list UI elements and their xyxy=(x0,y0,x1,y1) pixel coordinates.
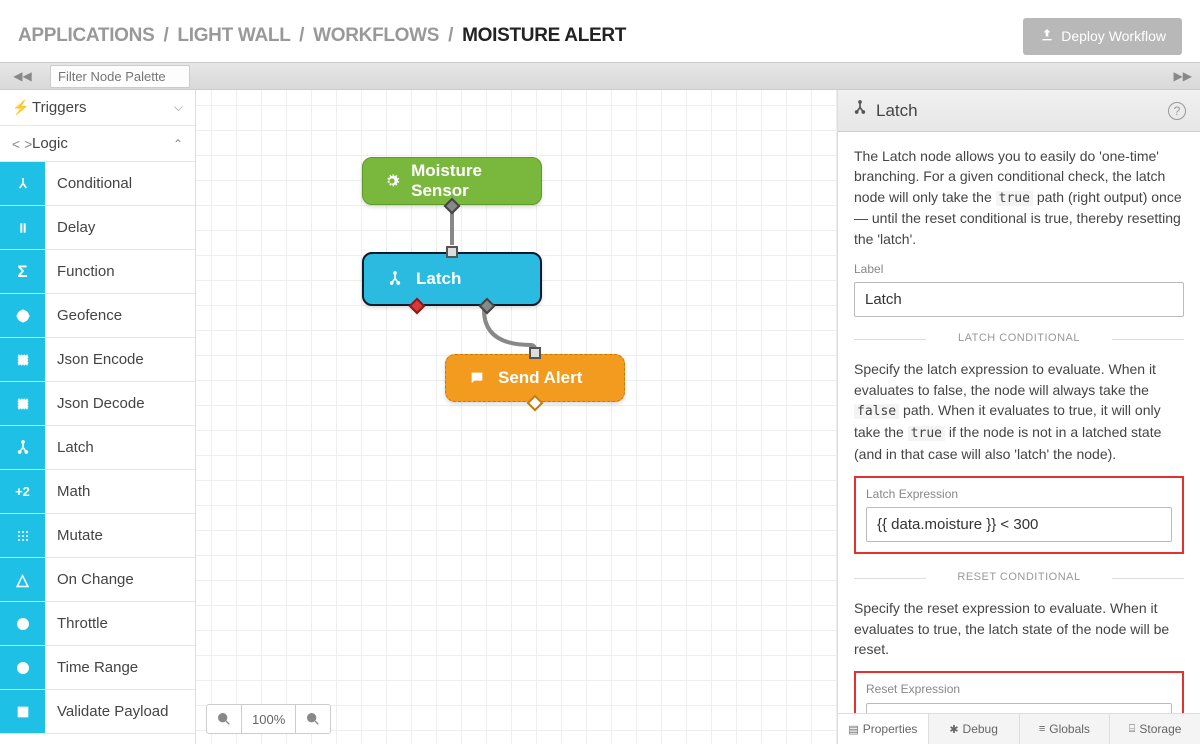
chevron-up-icon: ⌃ xyxy=(173,137,183,151)
input-port[interactable] xyxy=(529,347,541,359)
grid-icon xyxy=(0,514,45,557)
properties-panel: Latch ? The Latch node allows you to eas… xyxy=(837,90,1200,744)
latch-icon xyxy=(0,426,45,469)
latch-icon xyxy=(384,268,406,290)
reset-expression-label: Reset Expression xyxy=(866,681,1172,698)
panel-description: The Latch node allows you to easily do '… xyxy=(854,146,1184,249)
clock-icon xyxy=(0,646,45,689)
throttle-icon xyxy=(0,602,45,645)
help-icon[interactable]: ? xyxy=(1168,102,1186,120)
expand-right-icon[interactable]: ▶▶ xyxy=(1174,69,1192,83)
section-reset-conditional: RESET CONDITIONAL xyxy=(854,570,1184,586)
deploy-workflow-button[interactable]: Deploy Workflow xyxy=(1023,18,1182,55)
sigma-icon: Σ xyxy=(0,250,45,293)
node-latch[interactable]: Latch xyxy=(362,252,542,306)
latch-expression-label: Latch Expression xyxy=(866,486,1172,503)
bug-icon: ✱ xyxy=(949,723,958,736)
palette-node-function[interactable]: ΣFunction xyxy=(0,250,195,294)
crumb-current: MOISTURE ALERT xyxy=(462,25,626,46)
output-port[interactable] xyxy=(527,395,544,412)
message-icon xyxy=(466,367,488,389)
section-latch-conditional: LATCH CONDITIONAL xyxy=(854,331,1184,347)
list-icon: ≡ xyxy=(1039,723,1045,735)
reset-conditional-description: Specify the reset expression to evaluate… xyxy=(854,598,1184,659)
palette-node-json-decode[interactable]: Json Decode xyxy=(0,382,195,426)
database-icon: ⌸ xyxy=(1129,723,1136,736)
latch-expression-highlight: Latch Expression xyxy=(854,476,1184,554)
workflow-canvas[interactable]: Moisture Sensor Latch Send Alert 100% xyxy=(196,90,837,744)
gear-icon xyxy=(383,170,401,192)
header: APPLICATIONS / LIGHT WALL / WORKFLOWS / … xyxy=(0,0,1200,62)
palette-node-math[interactable]: +2Math xyxy=(0,470,195,514)
palette-node-time-range[interactable]: Time Range xyxy=(0,646,195,690)
plus2-icon: +2 xyxy=(0,470,45,513)
latch-expression-input[interactable] xyxy=(866,507,1172,542)
palette-node-latch[interactable]: Latch xyxy=(0,426,195,470)
chevron-down-icon: ⌵ xyxy=(174,100,183,115)
palette-node-on-change[interactable]: △On Change xyxy=(0,558,195,602)
zoom-in-button[interactable] xyxy=(296,705,330,733)
document-icon: ▤ xyxy=(848,723,858,736)
label-input[interactable] xyxy=(854,282,1184,317)
palette-node-mutate[interactable]: Mutate xyxy=(0,514,195,558)
palette-node-json-encode[interactable]: Json Encode xyxy=(0,338,195,382)
pause-icon xyxy=(0,206,45,249)
palette-node-conditional[interactable]: Conditional xyxy=(0,162,195,206)
toolbar-strip: ◀◀ ▶▶ xyxy=(0,62,1200,90)
tab-globals[interactable]: ≡Globals xyxy=(1019,714,1110,744)
category-triggers[interactable]: ⚡ Triggers ⌵ xyxy=(0,90,195,126)
tab-storage[interactable]: ⌸Storage xyxy=(1109,714,1200,744)
collapse-left-icon[interactable]: ◀◀ xyxy=(0,69,45,83)
branch-icon xyxy=(0,162,45,205)
encode-icon xyxy=(0,338,45,381)
breadcrumb: APPLICATIONS / LIGHT WALL / WORKFLOWS / … xyxy=(18,25,626,47)
zoom-out-button[interactable] xyxy=(207,705,241,733)
crumb-applications[interactable]: APPLICATIONS xyxy=(18,25,154,46)
node-send-alert[interactable]: Send Alert xyxy=(445,354,625,402)
palette-node-delay[interactable]: Delay xyxy=(0,206,195,250)
tab-debug[interactable]: ✱Debug xyxy=(928,714,1019,744)
lightning-icon: ⚡ xyxy=(12,99,32,116)
delta-icon: △ xyxy=(0,558,45,601)
upload-icon xyxy=(1039,27,1055,46)
target-icon xyxy=(0,294,45,337)
filter-palette-input[interactable] xyxy=(50,65,190,88)
reset-expression-input[interactable] xyxy=(866,703,1172,713)
latch-icon xyxy=(852,100,868,121)
decode-icon xyxy=(0,382,45,425)
zoom-controls: 100% xyxy=(206,704,331,734)
palette-node-geofence[interactable]: Geofence xyxy=(0,294,195,338)
palette-node-validate-payload[interactable]: Validate Payload xyxy=(0,690,195,734)
crumb-workflows[interactable]: WORKFLOWS xyxy=(313,25,439,46)
label-field-label: Label xyxy=(854,261,1184,278)
zoom-level: 100% xyxy=(241,705,296,733)
crumb-light-wall[interactable]: LIGHT WALL xyxy=(177,25,290,46)
tab-properties[interactable]: ▤Properties xyxy=(838,714,928,744)
category-logic[interactable]: < > Logic ⌃ xyxy=(0,126,195,162)
input-port[interactable] xyxy=(446,246,458,258)
panel-header: Latch ? xyxy=(838,90,1200,132)
output-port-false[interactable] xyxy=(408,298,425,315)
code-icon: < > xyxy=(12,136,32,152)
validate-icon xyxy=(0,690,45,733)
node-palette: ⚡ Triggers ⌵ < > Logic ⌃ ConditionalDela… xyxy=(0,90,196,744)
reset-expression-highlight: Reset Expression xyxy=(854,671,1184,713)
output-port-true[interactable] xyxy=(479,298,496,315)
panel-tabs: ▤Properties ✱Debug ≡Globals ⌸Storage xyxy=(838,713,1200,744)
palette-node-throttle[interactable]: Throttle xyxy=(0,602,195,646)
latch-conditional-description: Specify the latch expression to evaluate… xyxy=(854,359,1184,464)
node-moisture-sensor[interactable]: Moisture Sensor xyxy=(362,157,542,205)
